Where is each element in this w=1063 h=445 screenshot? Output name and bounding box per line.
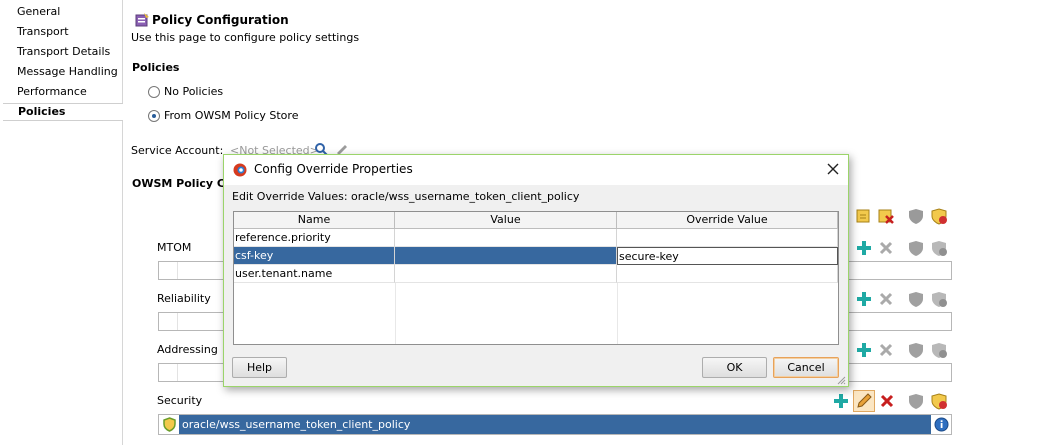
- override-properties-table: Name Value Override Value reference.prio…: [233, 211, 839, 345]
- security-policy-list[interactable]: oracle/wss_username_token_client_policy: [158, 414, 952, 435]
- cancel-button[interactable]: Cancel: [773, 357, 839, 378]
- reliability-add-icon[interactable]: [855, 290, 873, 308]
- addressing-shield-icon[interactable]: [907, 341, 925, 359]
- no-policies-radio[interactable]: [148, 86, 160, 98]
- table-row-name[interactable]: reference.priority: [234, 229, 395, 247]
- addressing-delete-icon[interactable]: [877, 341, 895, 359]
- policy-configuration-icon: [135, 13, 149, 27]
- service-account-label: Service Account:: [131, 144, 224, 157]
- column-header-override-value[interactable]: Override Value: [617, 212, 838, 229]
- security-add-icon[interactable]: [832, 392, 850, 410]
- dialog-title: Config Override Properties: [254, 162, 413, 176]
- policies-heading: Policies: [132, 61, 180, 74]
- security-policy-row[interactable]: oracle/wss_username_token_client_policy: [179, 415, 931, 434]
- nav-item-general[interactable]: General: [17, 4, 60, 20]
- table-row-override[interactable]: [617, 229, 838, 247]
- info-icon[interactable]: [934, 417, 949, 432]
- nav-item-transport[interactable]: Transport: [17, 24, 69, 40]
- policy-shield-icon: [163, 417, 176, 432]
- mtom-label: MTOM: [157, 241, 192, 254]
- security-label: Security: [157, 394, 203, 407]
- page-subtitle: Use this page to configure policy settin…: [131, 31, 360, 44]
- security-shield-icon[interactable]: [907, 392, 925, 410]
- security-edit-button[interactable]: [853, 390, 875, 412]
- nav-item-performance[interactable]: Performance: [17, 84, 87, 100]
- mtom-delete-icon[interactable]: [877, 239, 895, 257]
- table-row-override[interactable]: [617, 265, 838, 283]
- attach-policy-icon[interactable]: [855, 207, 873, 225]
- nav-item-policies[interactable]: Policies: [3, 103, 123, 121]
- validate-shield-icon[interactable]: [907, 207, 925, 225]
- security-shield-error-icon[interactable]: [930, 392, 948, 410]
- close-icon[interactable]: [827, 163, 839, 175]
- nav-item-transport-details[interactable]: Transport Details: [17, 44, 110, 60]
- column-header-value[interactable]: Value: [395, 212, 617, 229]
- dialog-caption: Edit Override Values: oracle/wss_usernam…: [232, 190, 580, 203]
- addressing-label: Addressing: [157, 343, 218, 356]
- reliability-shield-icon[interactable]: [907, 290, 925, 308]
- column-divider: [617, 283, 618, 344]
- pencil-icon: [857, 393, 872, 408]
- addressing-add-icon[interactable]: [855, 341, 873, 359]
- page-title: Policy Configuration: [152, 13, 289, 27]
- table-row-value-selected[interactable]: [395, 247, 617, 265]
- owsm-policy-store-radio[interactable]: [148, 110, 160, 122]
- left-navigation: General Transport Transport Details Mess…: [0, 0, 123, 445]
- table-row-value[interactable]: [395, 229, 617, 247]
- reliability-delete-icon[interactable]: [877, 290, 895, 308]
- security-delete-icon[interactable]: [878, 392, 896, 410]
- ok-button[interactable]: OK: [702, 357, 767, 378]
- table-row-name[interactable]: user.tenant.name: [234, 265, 395, 283]
- table-row-name-selected[interactable]: csf-key: [234, 247, 395, 265]
- column-header-name[interactable]: Name: [234, 212, 395, 229]
- override-value-editor[interactable]: secure-key: [617, 247, 838, 265]
- table-row-value[interactable]: [395, 265, 617, 283]
- column-divider: [395, 283, 396, 344]
- addressing-shield-error-icon[interactable]: [930, 341, 948, 359]
- detach-policy-icon[interactable]: [877, 207, 895, 225]
- shield-error-icon[interactable]: [930, 207, 948, 225]
- oracle-app-icon: [233, 163, 247, 177]
- help-button[interactable]: Help: [232, 357, 287, 378]
- reliability-shield-error-icon[interactable]: [930, 290, 948, 308]
- config-override-dialog: Config Override Properties Edit Override…: [223, 154, 849, 387]
- owsm-policy-heading: OWSM Policy Co: [132, 177, 233, 190]
- mtom-add-icon[interactable]: [855, 239, 873, 257]
- resize-grip-icon[interactable]: [836, 375, 846, 385]
- reliability-label: Reliability: [157, 292, 211, 305]
- mtom-shield-icon[interactable]: [907, 239, 925, 257]
- owsm-policy-store-label: From OWSM Policy Store: [164, 109, 299, 122]
- dialog-titlebar[interactable]: Config Override Properties: [224, 155, 848, 185]
- mtom-shield-error-icon[interactable]: [930, 239, 948, 257]
- nav-item-message-handling[interactable]: Message Handling: [17, 64, 118, 80]
- no-policies-label: No Policies: [164, 85, 224, 98]
